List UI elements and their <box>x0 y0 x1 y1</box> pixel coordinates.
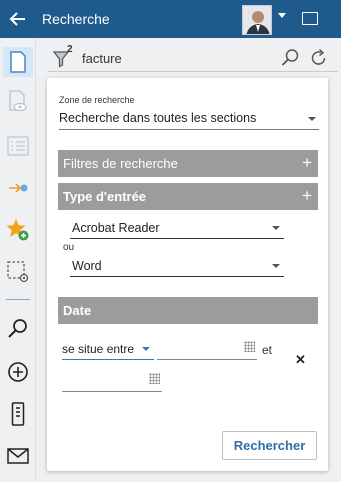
sidebar-device-icon[interactable] <box>6 402 30 426</box>
sidebar-document-icon[interactable] <box>3 47 33 77</box>
section-filters[interactable]: Filtres de recherche + <box>58 150 318 177</box>
search-panel: Zone de recherche Recherche dans toutes … <box>47 78 328 471</box>
reset-icon[interactable] <box>309 48 329 68</box>
sidebar-favorite-add-icon[interactable] <box>6 218 30 242</box>
search-button[interactable]: Rechercher <box>222 431 317 460</box>
entry-type-value-1: Acrobat Reader <box>72 221 160 235</box>
calendar-grid-icon[interactable] <box>244 341 255 352</box>
or-connector: ou <box>63 242 75 253</box>
date-to-input[interactable] <box>62 370 162 392</box>
search-bar: 2 <box>48 44 338 72</box>
section-entry-type-label: Type d'entrée <box>63 189 147 204</box>
close-icon[interactable]: ✕ <box>295 352 306 368</box>
search-submit-icon[interactable] <box>280 48 300 68</box>
sidebar-new-icon[interactable] <box>6 360 30 384</box>
chevron-down-icon <box>142 347 150 351</box>
chevron-down-icon <box>308 117 316 121</box>
sidebar <box>0 38 36 482</box>
sidebar-preview-icon[interactable] <box>6 90 30 114</box>
add-plus-icon[interactable]: + <box>302 186 312 206</box>
calendar-grid-icon[interactable] <box>149 373 160 384</box>
entry-type-value-2: Word <box>72 259 102 273</box>
expand-plus-icon[interactable]: + <box>302 153 312 173</box>
window-toggle-icon[interactable] <box>302 12 318 25</box>
sidebar-divider <box>6 299 30 300</box>
back-arrow-icon[interactable] <box>8 9 28 29</box>
date-operator-value: se situe entre <box>62 342 135 356</box>
search-input[interactable] <box>82 51 262 66</box>
filter-count-badge: 2 <box>67 44 73 55</box>
sidebar-mail-icon[interactable] <box>6 444 30 468</box>
section-date-label: Date <box>63 303 92 318</box>
account-menu-caret-icon[interactable] <box>278 13 286 18</box>
chevron-down-icon <box>272 264 280 268</box>
date-from-input[interactable] <box>157 338 257 360</box>
date-operator-select[interactable]: se situe entre <box>62 338 154 360</box>
chevron-down-icon <box>272 226 280 230</box>
search-zone-label: Zone de recherche <box>59 95 135 105</box>
avatar[interactable] <box>242 5 272 35</box>
entry-type-select-2[interactable]: Word <box>70 255 284 277</box>
search-zone-value: Recherche dans toutes les sections <box>59 111 257 125</box>
and-connector: et <box>262 343 273 357</box>
entry-type-select-1[interactable]: Acrobat Reader <box>70 217 284 239</box>
sidebar-workflow-icon[interactable] <box>6 176 30 200</box>
app-header: Recherche <box>0 0 341 38</box>
page-title: Recherche <box>42 11 110 27</box>
section-date: Date <box>58 297 318 324</box>
sidebar-selection-settings-icon[interactable] <box>6 260 30 284</box>
section-filters-label: Filtres de recherche <box>63 156 178 171</box>
sidebar-list-icon[interactable] <box>6 134 30 158</box>
sidebar-search-icon[interactable] <box>6 317 30 341</box>
section-entry-type[interactable]: Type d'entrée + <box>58 183 318 210</box>
search-zone-select[interactable]: Recherche dans toutes les sections <box>59 108 319 130</box>
